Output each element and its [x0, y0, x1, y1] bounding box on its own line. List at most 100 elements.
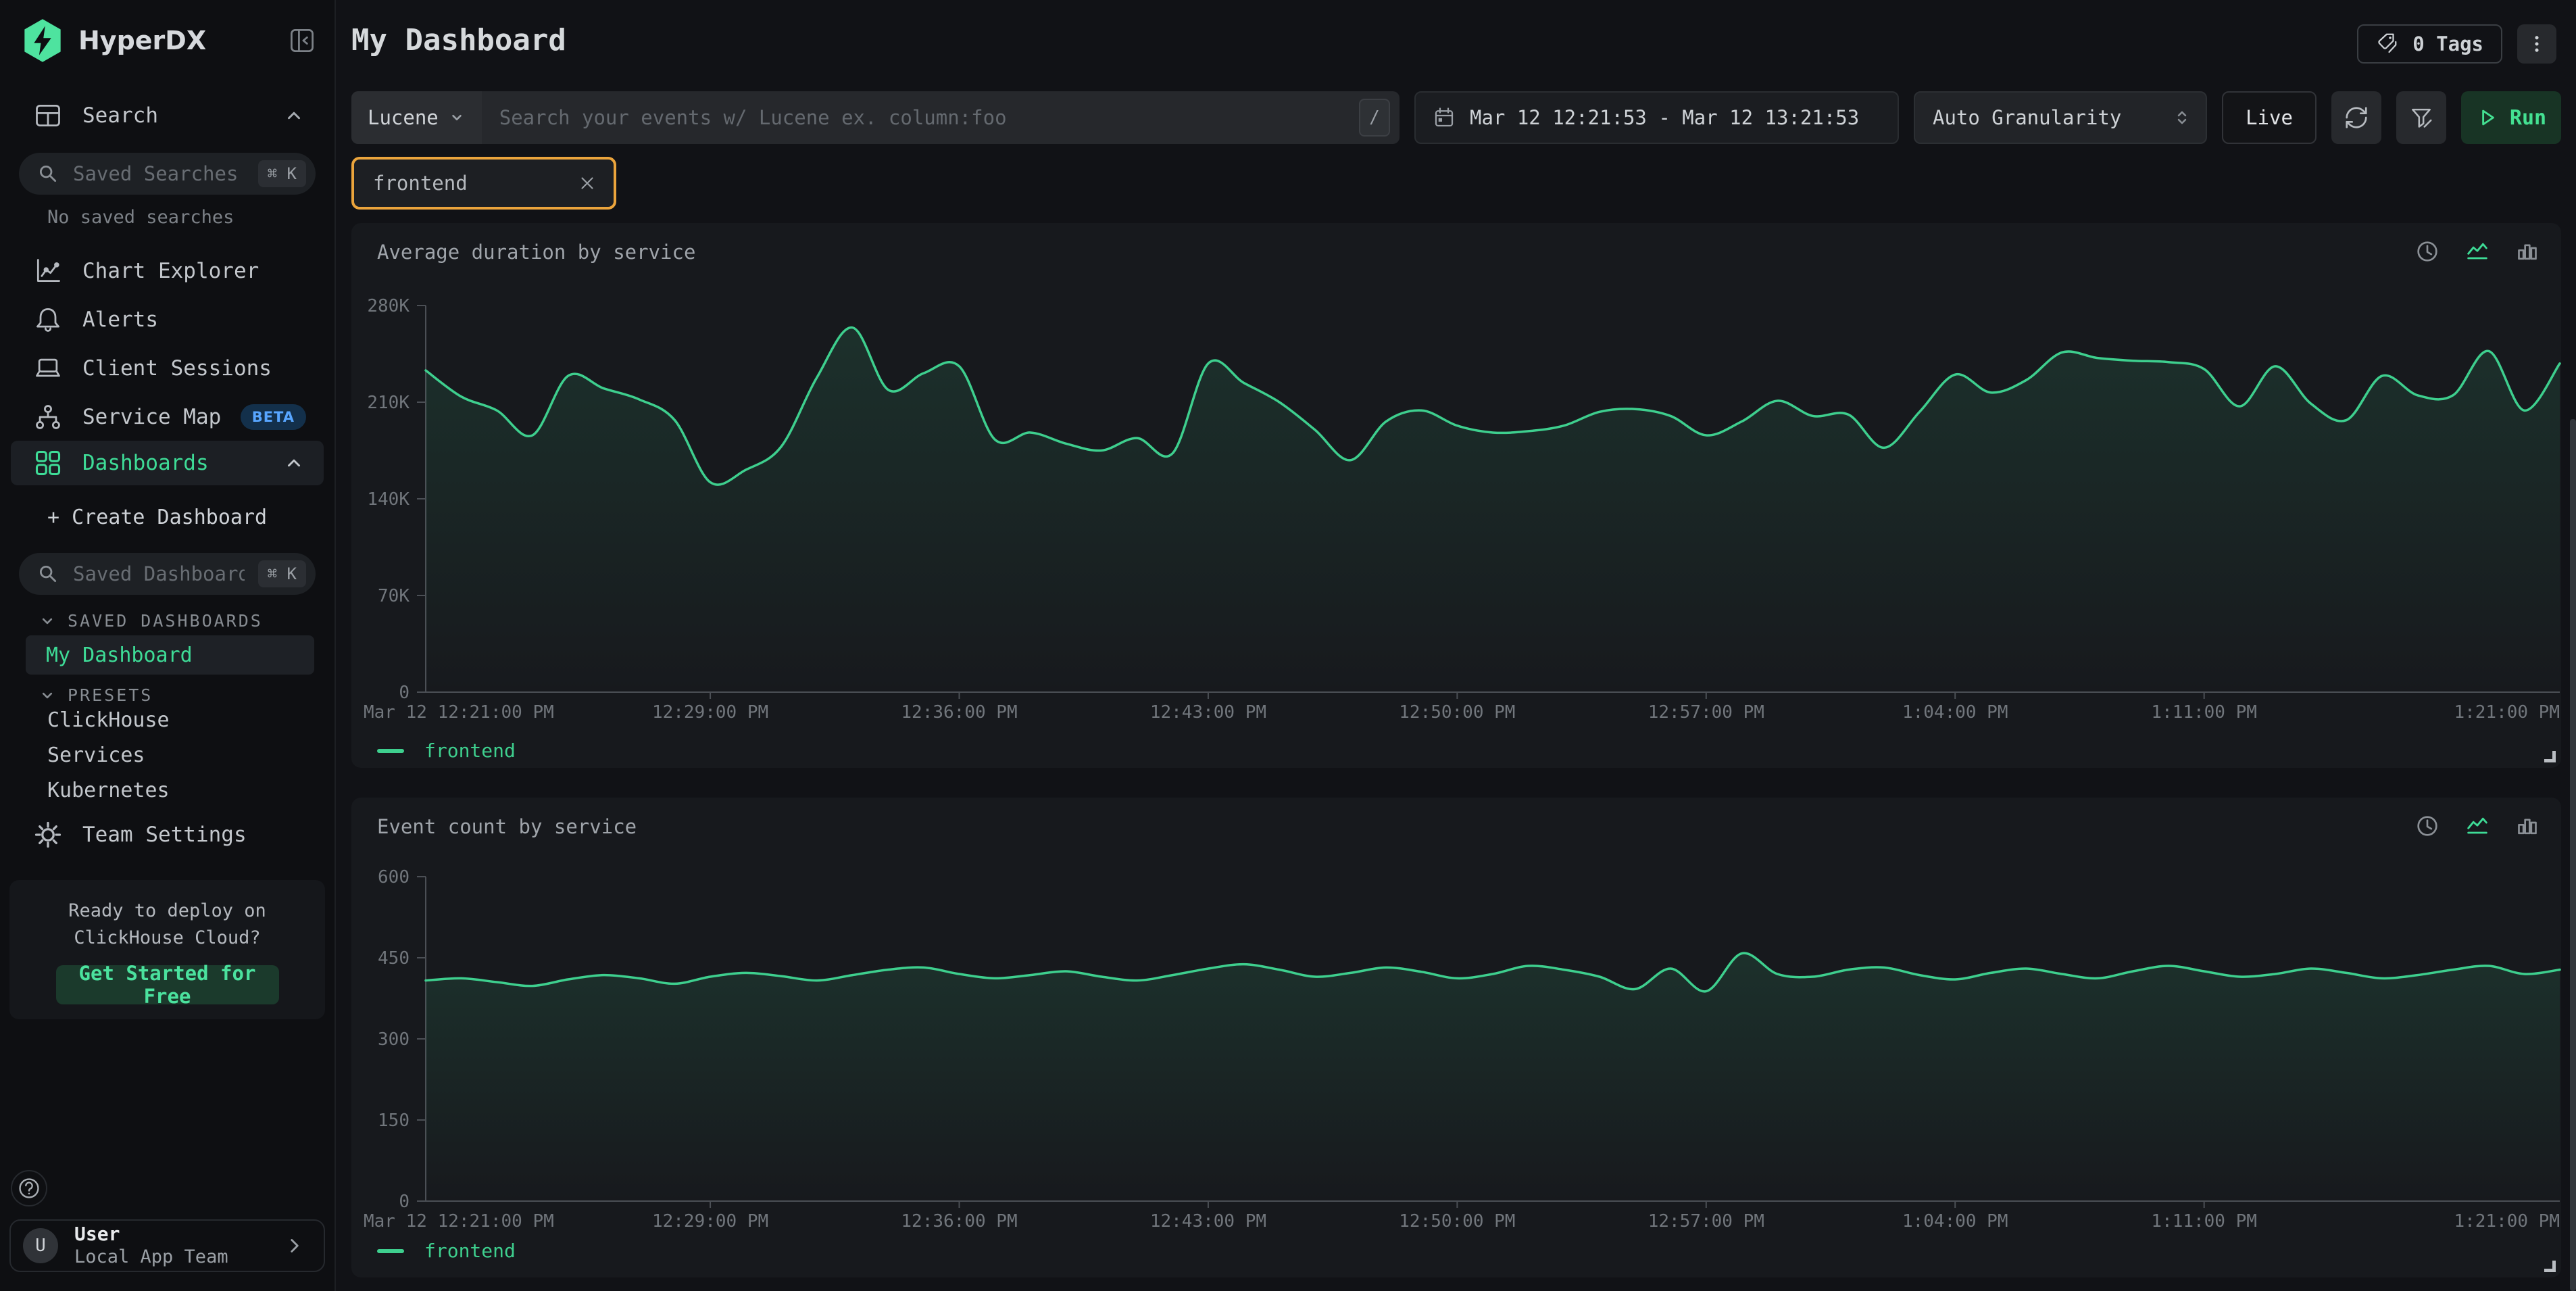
svg-text:12:57:00 PM: 12:57:00 PM	[1648, 702, 1764, 723]
tags-icon	[2376, 32, 2400, 56]
logo-row: HyperDX	[22, 18, 317, 64]
svg-text:12:36:00 PM: 12:36:00 PM	[901, 1211, 1017, 1232]
preset-kubernetes[interactable]: Kubernetes	[47, 779, 170, 802]
calendar-icon	[1432, 105, 1456, 130]
bar-chart-icon[interactable]	[2514, 812, 2541, 839]
saved-dashboards-section[interactable]: SAVED DASHBOARDS	[38, 611, 263, 631]
shortcut-badge: ⌘ K	[258, 160, 306, 187]
chart-legend: frontend	[377, 739, 516, 762]
dashboards-grid-icon	[32, 447, 64, 479]
svg-text:12:43:00 PM: 12:43:00 PM	[1150, 702, 1266, 723]
sidebar-item-alerts[interactable]: Alerts	[11, 297, 324, 342]
sidebar-item-dashboards[interactable]: Dashboards	[11, 441, 324, 485]
filter-button[interactable]	[2396, 91, 2446, 144]
event-search-bar[interactable]: Lucene Search your events w/ Lucene ex. …	[351, 91, 1400, 144]
clickhouse-cloud-promo: Ready to deploy on ClickHouse Cloud? Get…	[9, 880, 325, 1019]
page-title: My Dashboard	[351, 23, 566, 57]
svg-text:450: 450	[378, 948, 410, 969]
time-range-picker[interactable]: Mar 12 12:21:53 - Mar 12 13:21:53	[1414, 91, 1899, 144]
granularity-select[interactable]: Auto Granularity	[1914, 91, 2207, 144]
svg-text:0: 0	[399, 683, 410, 703]
help-button[interactable]	[11, 1170, 47, 1207]
sidebar-item-label: Search	[82, 103, 158, 128]
select-chevrons-icon	[2172, 107, 2192, 128]
granularity-value: Auto Granularity	[1933, 106, 2121, 129]
svg-text:1:11:00 PM: 1:11:00 PM	[2151, 1211, 2257, 1232]
clock-icon[interactable]	[2414, 812, 2441, 839]
svg-text:70K: 70K	[378, 586, 410, 606]
saved-searches-placeholder: Saved Searches	[73, 162, 245, 185]
sidebar: HyperDX Search Saved Searches ⌘ K No sav…	[0, 0, 336, 1291]
legend-label: frontend	[424, 739, 516, 762]
sidebar-item-my-dashboard[interactable]: My Dashboard	[26, 635, 314, 675]
chevron-up-icon	[282, 103, 306, 128]
bar-chart-icon[interactable]	[2514, 238, 2541, 265]
user-menu[interactable]: U User Local App Team	[9, 1219, 325, 1272]
svg-text:0: 0	[399, 1192, 410, 1212]
sidebar-item-chart-explorer[interactable]: Chart Explorer	[11, 249, 324, 293]
search-icon	[36, 162, 59, 185]
tags-button[interactable]: 0 Tags	[2357, 24, 2502, 64]
beta-badge: BETA	[241, 404, 306, 430]
saved-dashboards-input[interactable]: Saved Dashboards ⌘ K	[19, 553, 316, 595]
slash-shortcut-badge: /	[1359, 99, 1390, 137]
line-chart[interactable]: 070K140K210K280KMar 12 12:21:00 PM12:29:…	[351, 285, 2561, 745]
saved-searches-input[interactable]: Saved Searches ⌘ K	[19, 153, 316, 195]
svg-text:1:21:00 PM: 1:21:00 PM	[2454, 702, 2560, 723]
line-chart-icon[interactable]	[2464, 812, 2491, 839]
create-dashboard-button[interactable]: + Create Dashboard	[47, 506, 267, 529]
svg-text:1:04:00 PM: 1:04:00 PM	[1902, 1211, 2008, 1232]
svg-text:12:29:00 PM: 12:29:00 PM	[652, 702, 768, 723]
svg-text:12:57:00 PM: 12:57:00 PM	[1648, 1211, 1764, 1232]
close-icon[interactable]	[577, 173, 597, 193]
sidebar-item-search[interactable]: Search	[11, 93, 324, 138]
laptop-icon	[32, 353, 64, 384]
line-chart-icon[interactable]	[2464, 238, 2491, 265]
preset-clickhouse[interactable]: ClickHouse	[47, 708, 170, 732]
line-chart[interactable]: 0150300450600Mar 12 12:21:00 PM12:29:00 …	[351, 860, 2561, 1238]
section-label-text: SAVED DASHBOARDS	[68, 611, 263, 631]
user-team: Local App Team	[74, 1246, 228, 1269]
sidebar-item-label: Team Settings	[82, 823, 247, 847]
svg-text:Mar 12 12:21:00 PM: Mar 12 12:21:00 PM	[364, 1211, 554, 1232]
tags-label: 0 Tags	[2412, 32, 2483, 55]
saved-dashboards-placeholder: Saved Dashboards	[73, 562, 245, 585]
chart-title: Average duration by service	[377, 241, 695, 264]
svg-text:12:36:00 PM: 12:36:00 PM	[901, 702, 1017, 723]
no-saved-searches-text: No saved searches	[47, 207, 234, 228]
svg-text:140K: 140K	[367, 489, 410, 510]
sidebar-item-service-map[interactable]: Service Map BETA	[11, 395, 324, 439]
live-button[interactable]: Live	[2222, 91, 2317, 144]
scrollbar-thumb[interactable]	[2570, 419, 2576, 1291]
chevron-down-icon	[38, 612, 57, 631]
language-select[interactable]: Lucene	[351, 91, 482, 144]
preset-services[interactable]: Services	[47, 744, 145, 767]
hyperdx-logo-icon	[22, 18, 64, 63]
chevron-down-icon	[38, 686, 57, 705]
refresh-button[interactable]	[2331, 91, 2381, 144]
header-actions: 0 Tags	[2357, 24, 2556, 64]
presets-section[interactable]: PRESETS	[38, 685, 153, 705]
svg-text:1:11:00 PM: 1:11:00 PM	[2151, 702, 2257, 723]
chevron-right-icon	[283, 1234, 306, 1257]
get-started-button[interactable]: Get Started for Free	[56, 965, 279, 1004]
app-name: HyperDX	[78, 26, 206, 55]
dashboard-name: My Dashboard	[46, 643, 193, 667]
resize-handle[interactable]	[2544, 1261, 2556, 1272]
sidebar-item-client-sessions[interactable]: Client Sessions	[11, 346, 324, 391]
sidebar-item-team-settings[interactable]: Team Settings	[11, 812, 324, 857]
scrollbar-track[interactable]	[2570, 0, 2576, 1291]
legend-swatch	[377, 749, 404, 753]
chart-card-event-count: Event count by service 0150300450600Mar …	[351, 798, 2561, 1277]
run-button[interactable]: Run	[2461, 91, 2561, 144]
run-label: Run	[2510, 106, 2546, 130]
clock-icon[interactable]	[2414, 238, 2441, 265]
search-input[interactable]: Search your events w/ Lucene ex. column:…	[482, 91, 1359, 144]
sidebar-collapse-icon[interactable]	[287, 26, 317, 55]
resize-handle[interactable]	[2544, 751, 2556, 762]
svg-text:300: 300	[378, 1029, 410, 1050]
frontend-filter-chip[interactable]: frontend	[351, 157, 616, 210]
chart-toolbar	[2414, 238, 2541, 265]
dashboard-menu-button[interactable]	[2517, 24, 2556, 64]
chart-legend: frontend	[377, 1240, 516, 1262]
